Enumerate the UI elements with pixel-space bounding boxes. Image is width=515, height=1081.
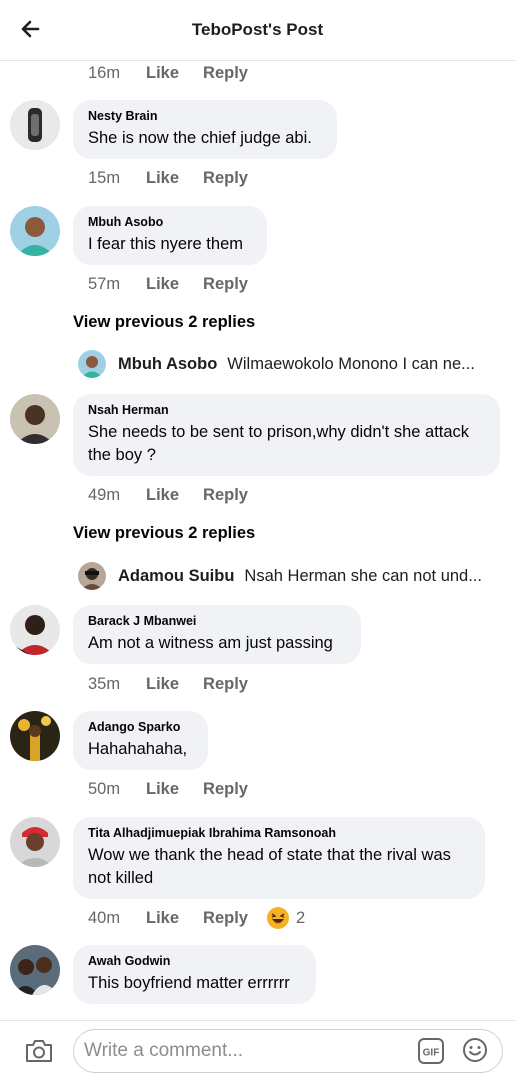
reply-author[interactable]: Mbuh Asobo [118,355,217,374]
laughing-emoji-icon [266,907,289,929]
commenter-name[interactable]: Mbuh Asobo [88,215,251,229]
avatar[interactable] [10,100,60,150]
avatar[interactable] [10,394,60,444]
reply-button[interactable]: Reply [203,169,248,188]
like-button[interactable]: Like [146,780,179,799]
view-previous-replies[interactable]: View previous 2 replies [73,524,255,543]
commenter-name[interactable]: Nsah Herman [88,403,484,417]
comment-bubble[interactable]: Adango Sparko Hahahahaha, [73,711,208,770]
comment-meta: 16m Like Reply [88,62,272,84]
comment-bubble[interactable]: Nesty Brain She is now the chief judge a… [73,100,337,159]
commenter-name[interactable]: Barack J Mbanwei [88,614,345,628]
like-button[interactable]: Like [146,486,179,505]
comment-bubble[interactable]: Barack J Mbanwei Am not a witness am jus… [73,605,361,664]
avatar[interactable] [10,605,60,655]
reply-button[interactable]: Reply [203,275,248,294]
like-button[interactable]: Like [146,169,179,188]
emoji-icon[interactable] [462,1037,488,1063]
comment-bubble[interactable]: Nsah Herman She needs to be sent to pris… [73,394,500,476]
avatar[interactable] [10,711,60,761]
gif-icon[interactable]: GIF [418,1038,444,1064]
like-button[interactable]: Like [146,275,179,294]
comment-time: 57m [88,274,121,293]
latest-reply[interactable]: Mbuh Asobo Wilmaewokolo Monono I can ne.… [78,349,488,379]
like-button[interactable]: Like [146,675,179,694]
comment-meta: 50m Like Reply [88,778,272,800]
commenter-name[interactable]: Nesty Brain [88,109,321,123]
comment-text: Hahahahaha, [88,740,188,758]
comment-meta: 49m Like Reply [88,484,272,506]
avatar[interactable] [10,206,60,256]
reply-snippet: Nsah Herman she can not und... [244,566,482,585]
reply-button[interactable]: Reply [203,909,248,928]
reaction-summary[interactable]: 2 [266,906,305,930]
comment-text: She needs to be sent to prison,why didn'… [88,423,470,464]
comment-time: 49m [88,485,121,504]
comment-meta: 40m Like Reply 2 [88,907,305,929]
avatar[interactable] [10,945,60,995]
comment-meta: 35m Like Reply [88,673,272,695]
comment-time: 15m [88,168,121,187]
reply-button[interactable]: Reply [203,486,248,505]
comment-bubble[interactable]: Awah Godwin This boyfriend matter errrrr… [73,945,316,1004]
view-previous-replies[interactable]: View previous 2 replies [73,313,255,332]
comment-bubble[interactable]: Tita Alhadjimuepiak Ibrahima Ramsonoah W… [73,817,485,899]
commenter-name[interactable]: Awah Godwin [88,954,300,968]
page-title: TeboPost's Post [191,20,324,39]
comments-feed[interactable]: 16m Like Reply Nesty Brain She is now th… [0,61,515,1019]
comment-time: 16m [88,63,121,82]
comment-text: This boyfriend matter errrrrr [88,974,290,992]
top-bar: TeboPost's Post [0,0,515,61]
reply-author[interactable]: Adamou Suibu [118,567,234,586]
camera-icon[interactable] [24,1038,54,1064]
reply-button[interactable]: Reply [203,64,248,83]
reply-button[interactable]: Reply [203,780,248,799]
comment-text: Am not a witness am just passing [88,634,333,652]
comment-meta: 15m Like Reply [88,167,272,189]
avatar[interactable] [78,562,106,590]
comment-text: She is now the chief judge abi. [88,129,312,147]
comment-composer: GIF [0,1020,515,1081]
comment-time: 35m [88,674,121,693]
avatar[interactable] [78,350,106,378]
comment-text: I fear this nyere them [88,235,243,253]
reply-snippet: Wilmaewokolo Monono I can ne... [227,354,475,373]
latest-reply[interactable]: Adamou Suibu Nsah Herman she can not und… [78,561,488,591]
reaction-count: 2 [295,908,306,927]
comment-text: Wow we thank the head of state that the … [88,846,451,887]
commenter-name[interactable]: Tita Alhadjimuepiak Ibrahima Ramsonoah [88,826,469,840]
like-button[interactable]: Like [146,64,179,83]
avatar[interactable] [10,817,60,867]
comment-bubble[interactable]: Mbuh Asobo I fear this nyere them [73,206,267,265]
like-button[interactable]: Like [146,909,179,928]
comment-time: 50m [88,779,121,798]
commenter-name[interactable]: Adango Sparko [88,720,192,734]
reply-button[interactable]: Reply [203,675,248,694]
comment-time: 40m [88,908,121,927]
comment-meta: 57m Like Reply [88,273,272,295]
gif-label: GIF [423,1048,440,1059]
